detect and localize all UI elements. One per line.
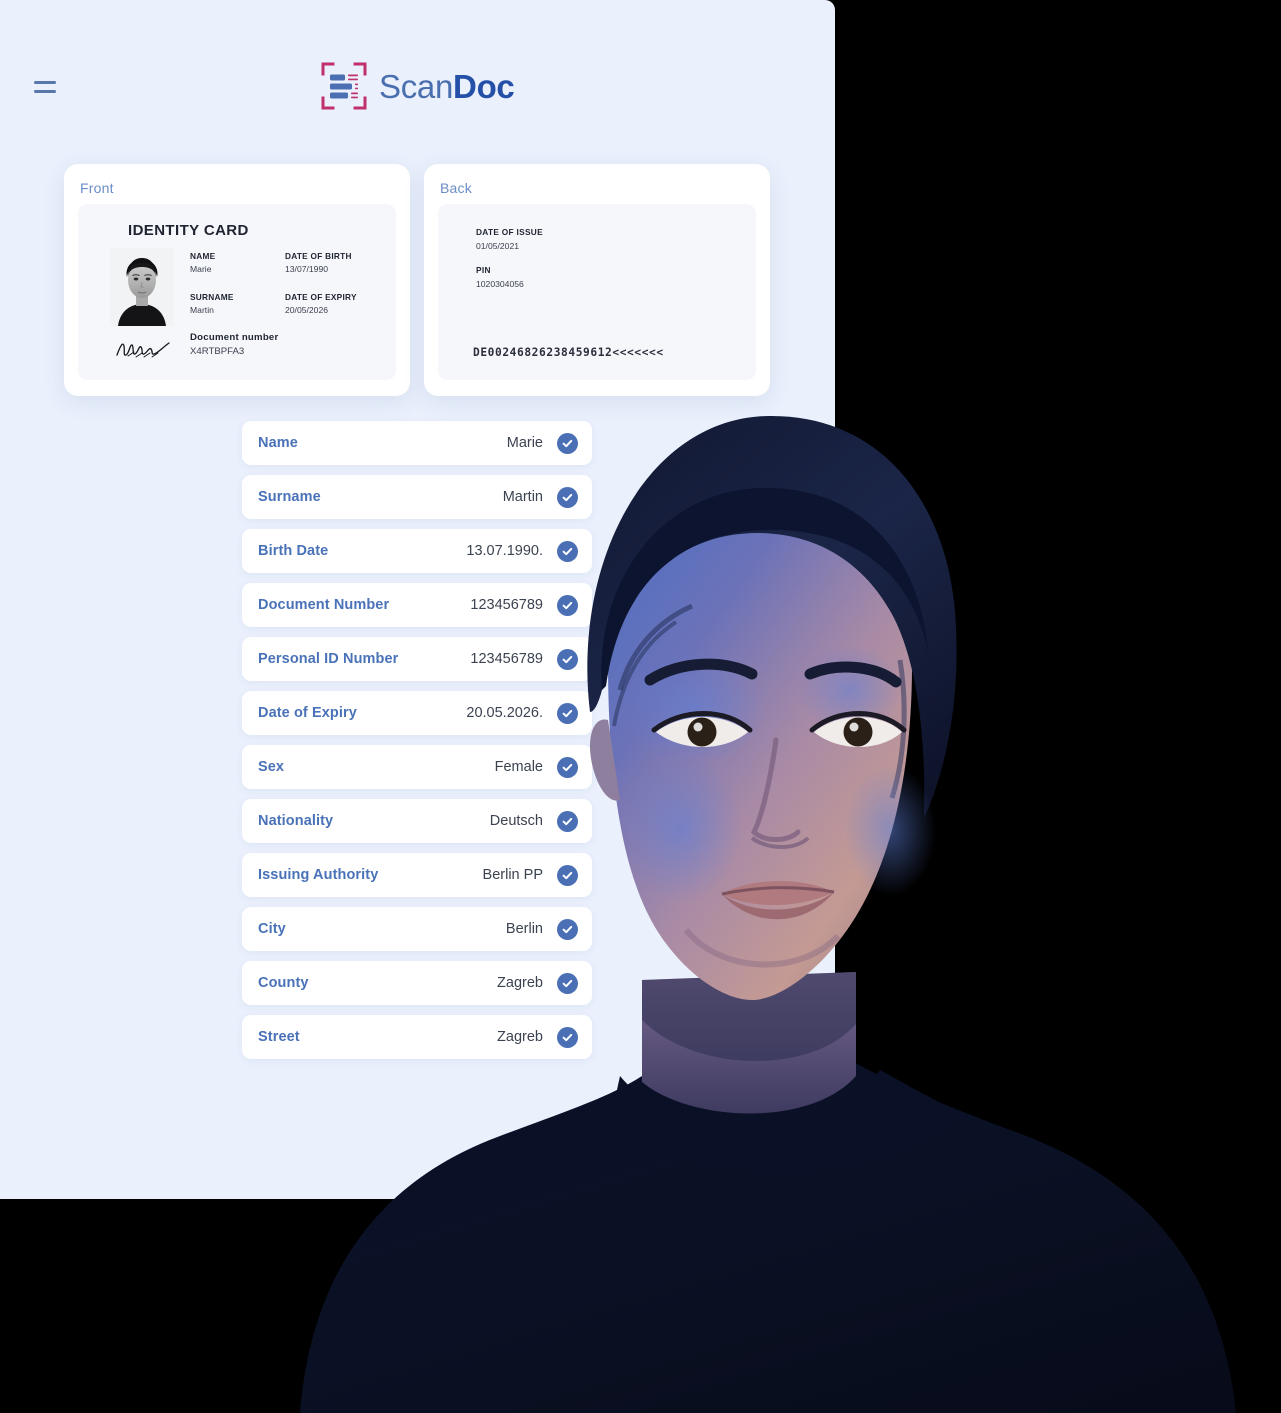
id-field-row-docnumber: Document number X4RTBPFA3 [190,332,386,373]
field-row-surname[interactable]: Surname Martin [242,475,592,519]
app-panel: ScanDoc Front IDENTITY CARD NAME Marie D… [0,0,835,1199]
field-row-nationality[interactable]: Nationality Deutsch [242,799,592,843]
mrz-line-1: DE00246826238459612<<<<<<< [473,346,664,359]
id-card-back-image: DATE OF ISSUE 01/05/2021 PIN 1020304056 … [438,204,756,380]
id-field-document-number-key: Document number [190,332,279,343]
verified-check-icon[interactable] [557,540,578,562]
id-card-front-image: IDENTITY CARD NAME Marie DATE OF BIRTH 1… [78,204,396,380]
field-label: Issuing Authority [258,867,379,883]
field-row-name[interactable]: Name Marie [242,421,592,465]
brand-wordmark: ScanDoc [379,67,515,105]
field-label: City [258,921,286,937]
document-card-front-label: Front [80,180,114,196]
field-row-street[interactable]: Street Zagreb [242,1015,592,1059]
field-label: Surname [258,489,321,505]
verified-check-icon[interactable] [557,486,578,508]
field-label: County [258,975,309,991]
menu-bar-bottom [34,90,56,93]
id-field-name: NAME Marie [190,250,215,276]
app-header: ScanDoc [0,0,835,150]
portrait-photo [110,248,174,326]
field-row-document-number[interactable]: Document Number 123456789 [242,583,592,627]
scan-document-icon [321,62,367,110]
screenshot-root: ScanDoc Front IDENTITY CARD NAME Marie D… [0,0,1281,1413]
field-row-issuing-authority[interactable]: Issuing Authority Berlin PP [242,853,592,897]
field-label: Personal ID Number [258,651,399,667]
field-value: 13.07.1990. [466,543,543,559]
verified-check-icon[interactable] [557,648,578,670]
field-label: Date of Expiry [258,705,357,721]
id-back-pin: PIN 1020304056 [476,264,524,291]
field-row-sex[interactable]: Sex Female [242,745,592,789]
document-card-front[interactable]: Front IDENTITY CARD NAME Marie DATE OF B… [64,164,410,396]
field-value: 20.05.2026. [466,705,543,721]
verified-check-icon[interactable] [557,432,578,454]
field-value: Berlin [505,921,543,937]
id-field-expiry-key: DATE OF EXPIRY [285,292,357,302]
field-value: 123456789 [470,651,543,667]
id-field-dob-value: 13/07/1990 [285,264,329,274]
id-field-row-name: NAME Marie DATE OF BIRTH 13/07/1990 [190,250,386,291]
field-value: Female [494,759,543,775]
id-field-document-number-value: X4RTBPFA3 [190,346,245,357]
verified-check-icon[interactable] [557,810,578,832]
extracted-fields-list: Name Marie Surname Martin Birth Date 13.07.19… [242,421,592,1069]
verified-check-icon[interactable] [557,1026,578,1048]
signature-mark [114,338,172,360]
field-value: Zagreb [497,975,543,991]
brand-name-doc: Doc [453,67,515,105]
field-value: Zagreb [497,1029,543,1045]
id-back-date-of-issue-key: DATE OF ISSUE [476,227,543,237]
mrz-block: DE00246826238459612<<<<<<< 1278256942155… [473,308,664,380]
id-back-date-of-issue-value: 01/05/2021 [476,241,520,251]
id-field-surname-value: Martin [190,305,214,315]
id-field-row-surname: SURNAME Martin DATE OF EXPIRY 20/05/2026 [190,291,386,332]
verified-check-icon[interactable] [557,702,578,724]
field-value: Berlin PP [482,867,543,883]
id-field-surname: SURNAME Martin [190,291,234,317]
id-field-dob: DATE OF BIRTH 13/07/1990 [285,250,352,276]
id-field-name-key: NAME [190,251,216,261]
id-field-name-value: Marie [190,264,212,274]
id-back-pin-key: PIN [476,265,491,275]
field-value: Marie [506,435,543,451]
menu-bar-top [34,81,56,84]
field-label: Birth Date [258,543,329,559]
field-label: Nationality [258,813,334,829]
verified-check-icon[interactable] [557,918,578,940]
hamburger-menu-icon[interactable] [34,78,58,96]
field-value: Martin [502,489,543,505]
id-field-expiry: DATE OF EXPIRY 20/05/2026 [285,291,357,317]
verified-check-icon[interactable] [557,864,578,886]
field-value: Deutsch [489,813,543,829]
id-field-expiry-value: 20/05/2026 [285,305,329,315]
id-card-fields: NAME Marie DATE OF BIRTH 13/07/1990 SURN… [190,250,386,373]
id-field-surname-key: SURNAME [190,292,234,302]
id-field-document-number: Document number X4RTBPFA3 [190,332,279,358]
verified-check-icon[interactable] [557,756,578,778]
document-preview-cards: Front IDENTITY CARD NAME Marie DATE OF B… [64,164,774,396]
id-back-date-of-issue: DATE OF ISSUE 01/05/2021 [476,226,543,253]
brand-name-scan: Scan [379,67,454,105]
field-row-personal-id-number[interactable]: Personal ID Number 123456789 [242,637,592,681]
field-label: Document Number [258,597,390,613]
field-row-county[interactable]: County Zagreb [242,961,592,1005]
field-row-city[interactable]: City Berlin [242,907,592,951]
field-row-birth-date[interactable]: Birth Date 13.07.1990. [242,529,592,573]
field-label: Street [258,1029,300,1045]
brand-logo[interactable]: ScanDoc [321,62,515,110]
field-row-date-of-expiry[interactable]: Date of Expiry 20.05.2026. [242,691,592,735]
document-card-back[interactable]: Back DATE OF ISSUE 01/05/2021 PIN 102030… [424,164,770,396]
field-value: 123456789 [470,597,543,613]
id-card-title: IDENTITY CARD [128,222,249,239]
id-back-pin-value: 1020304056 [476,279,524,289]
document-card-back-label: Back [440,180,472,196]
verified-check-icon[interactable] [557,972,578,994]
verified-check-icon[interactable] [557,594,578,616]
id-field-dob-key: DATE OF BIRTH [285,251,352,261]
field-label: Sex [258,759,285,775]
field-label: Name [258,435,298,451]
